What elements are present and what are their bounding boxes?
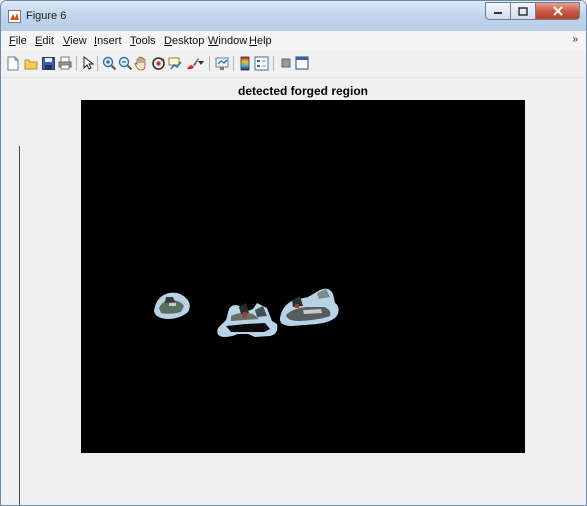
brush-dropdown-icon[interactable]: [198, 55, 204, 71]
close-icon: [552, 6, 563, 16]
pan-icon[interactable]: [133, 55, 149, 71]
save-icon[interactable]: [40, 55, 56, 71]
rotate-3d-icon[interactable]: [150, 55, 166, 71]
menu-tools[interactable]: Tools: [130, 35, 156, 47]
zoom-in-icon[interactable]: [101, 55, 117, 71]
menu-view[interactable]: View: [63, 35, 87, 47]
toolbar-separator: [209, 56, 210, 71]
print-icon[interactable]: [57, 55, 73, 71]
figure-toolbar: [1, 51, 586, 78]
menu-overflow-icon[interactable]: »: [572, 34, 578, 45]
window-controls: [485, 2, 580, 22]
minimize-button[interactable]: [485, 2, 511, 20]
hide-plot-tools-icon[interactable]: [278, 55, 294, 71]
show-plot-tools-icon[interactable]: [294, 55, 310, 71]
maximize-button[interactable]: [511, 2, 536, 20]
menu-desktop[interactable]: Desktop: [164, 35, 204, 47]
data-cursor-icon[interactable]: [167, 55, 183, 71]
menu-file[interactable]: File: [9, 35, 27, 47]
menu-insert[interactable]: Insert: [94, 35, 122, 47]
axes-image[interactable]: [81, 100, 525, 453]
forged-region-mask: [154, 288, 339, 337]
forged-region-middle: [217, 303, 278, 337]
matlab-figure-icon: [8, 10, 21, 23]
toolbar-separator: [76, 56, 77, 71]
window-title: Figure 6: [26, 10, 67, 22]
colorbar-icon[interactable]: [237, 55, 253, 71]
zoom-out-icon[interactable]: [117, 55, 133, 71]
forged-region-left: [154, 292, 190, 319]
toolbar-separator: [97, 56, 98, 71]
title-bar[interactable]: Figure 6: [1, 1, 586, 31]
open-file-icon[interactable]: [23, 55, 39, 71]
forged-region-right: [279, 288, 339, 326]
toolbar-separator: [233, 56, 234, 71]
new-figure-icon[interactable]: [5, 55, 21, 71]
figure-canvas: detected forged region: [1, 78, 586, 505]
link-plot-icon[interactable]: [214, 55, 230, 71]
pointer-icon[interactable]: [80, 55, 96, 71]
menu-help[interactable]: Help: [249, 35, 272, 47]
window-left-edge: [19, 146, 20, 505]
toolbar-separator: [273, 56, 274, 71]
menu-window[interactable]: Window: [208, 35, 247, 47]
plot-title: detected forged region: [237, 84, 368, 98]
legend-icon[interactable]: [253, 55, 269, 71]
menu-bar: File Edit View Insert Tools Desktop Wind…: [1, 31, 586, 51]
figure-window: Figure 6 File Edit View Insert Tools Des…: [0, 0, 587, 506]
close-button[interactable]: [536, 2, 580, 20]
maximize-icon: [518, 6, 528, 16]
menu-edit[interactable]: Edit: [35, 35, 54, 47]
minimize-icon: [494, 12, 502, 14]
